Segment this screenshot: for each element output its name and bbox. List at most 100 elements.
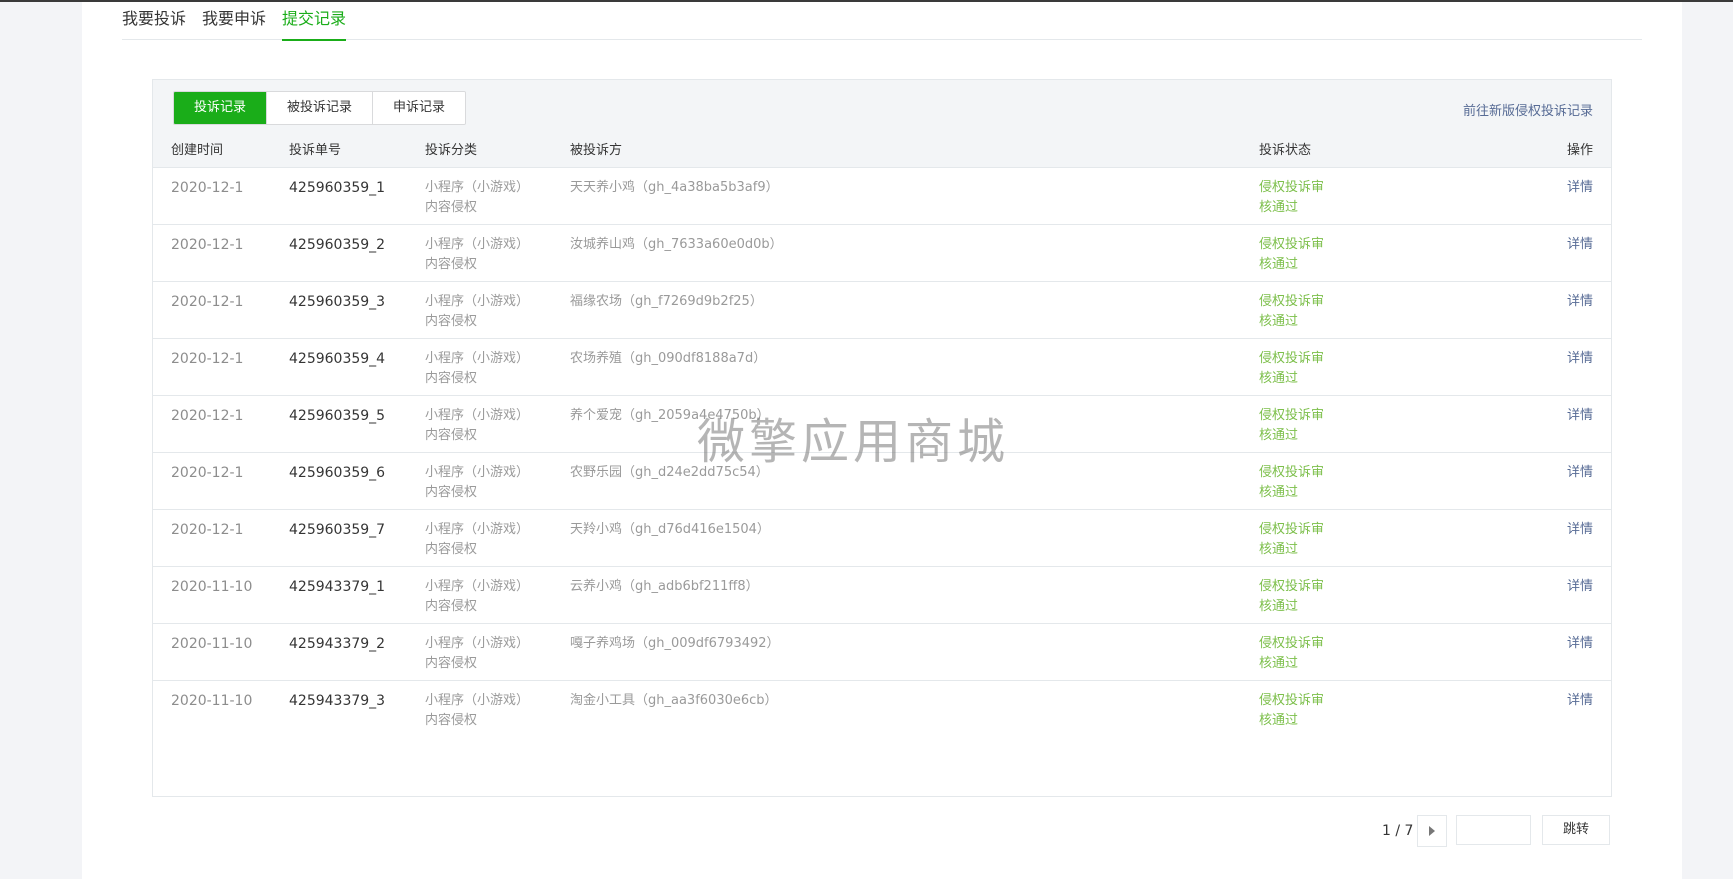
- records-card: 投诉记录 被投诉记录 申诉记录 前往新版侵权投诉记录 创建时间 投诉单号 投诉分…: [152, 79, 1612, 797]
- cell-number: 425943379_1: [289, 579, 386, 595]
- table-row: 2020-12-1 425960359_6 小程序（小游戏） 内容侵权 农野乐园（…: [153, 453, 1611, 510]
- category-line-1: 小程序（小游戏）: [425, 636, 530, 651]
- category-line-2: 内容侵权: [425, 200, 478, 215]
- page-number-input[interactable]: [1456, 815, 1531, 845]
- table-header: 创建时间 投诉单号 投诉分类 被投诉方 投诉状态 操作: [153, 135, 1611, 168]
- category-line-2: 内容侵权: [425, 371, 478, 386]
- cell-number: 425943379_2: [289, 636, 386, 652]
- status-line-2: 核通过: [1259, 542, 1299, 557]
- detail-link[interactable]: 详情: [1567, 463, 1593, 483]
- cell-status: 侵权投诉审 核通过: [1259, 520, 1324, 560]
- table-row: 2020-11-10 425943379_1 小程序（小游戏） 内容侵权 云养小鸡…: [153, 567, 1611, 624]
- status-line-1: 侵权投诉审: [1259, 351, 1325, 366]
- status-line-2: 核通过: [1259, 314, 1299, 329]
- status-line-2: 核通过: [1259, 428, 1299, 443]
- caret-right-icon: [1429, 826, 1435, 836]
- category-line-1: 小程序（小游戏）: [425, 693, 530, 708]
- cell-target: 汝城养山鸡（gh_7633a60e0d0b）: [570, 237, 783, 252]
- cell-time: 2020-11-10: [171, 579, 253, 595]
- cell-status: 侵权投诉审 核通过: [1259, 691, 1324, 731]
- cell-target: 天羚小鸡（gh_d76d416e1504）: [570, 522, 770, 537]
- cell-status: 侵权投诉审 核通过: [1259, 634, 1324, 674]
- segment-complaint-records[interactable]: 投诉记录: [174, 92, 267, 124]
- category-line-1: 小程序（小游戏）: [425, 522, 530, 537]
- cell-status: 侵权投诉审 核通过: [1259, 406, 1324, 446]
- tab-records[interactable]: 提交记录: [282, 8, 347, 41]
- column-header-status: 投诉状态: [1259, 143, 1312, 158]
- cell-target: 天天养小鸡（gh_4a38ba5b3af9）: [570, 180, 779, 195]
- record-type-switcher: 投诉记录 被投诉记录 申诉记录: [173, 91, 467, 125]
- status-line-1: 侵权投诉审: [1259, 693, 1325, 708]
- category-line-1: 小程序（小游戏）: [425, 351, 530, 366]
- column-header-time: 创建时间: [171, 143, 224, 158]
- new-version-records-link[interactable]: 前往新版侵权投诉记录: [1463, 100, 1593, 119]
- detail-link[interactable]: 详情: [1567, 406, 1593, 426]
- cell-category: 小程序（小游戏） 内容侵权: [425, 178, 529, 218]
- segment-appeal-records[interactable]: 申诉记录: [372, 92, 466, 124]
- table-row: 2020-12-1 425960359_1 小程序（小游戏） 内容侵权 天天养小鸡…: [153, 168, 1611, 225]
- category-line-2: 内容侵权: [425, 713, 478, 728]
- cell-time: 2020-12-1: [171, 408, 244, 424]
- main-panel: 我要投诉 我要申诉 提交记录 投诉记录 被投诉记录 申诉记录 前往新版侵权投诉记…: [82, 2, 1682, 879]
- jump-button[interactable]: 跳转: [1542, 815, 1610, 845]
- detail-link[interactable]: 详情: [1567, 520, 1593, 540]
- tab-complain[interactable]: 我要投诉: [122, 8, 186, 39]
- cell-status: 侵权投诉审 核通过: [1259, 349, 1324, 389]
- cell-time: 2020-11-10: [171, 693, 253, 709]
- cell-target: 云养小鸡（gh_adb6bf211ff8）: [570, 579, 759, 594]
- cell-time: 2020-12-1: [171, 465, 244, 481]
- card-header: 投诉记录 被投诉记录 申诉记录 前往新版侵权投诉记录: [153, 80, 1611, 135]
- top-tabs: 我要投诉 我要申诉 提交记录: [122, 2, 1642, 41]
- status-line-1: 侵权投诉审: [1259, 522, 1325, 537]
- tab-appeal[interactable]: 我要申诉: [202, 8, 266, 39]
- cell-category: 小程序（小游戏） 内容侵权: [425, 349, 529, 389]
- category-line-1: 小程序（小游戏）: [425, 237, 530, 252]
- status-line-2: 核通过: [1259, 200, 1299, 215]
- cell-target: 淘金小工具（gh_aa3f6030e6cb）: [570, 693, 778, 708]
- detail-link[interactable]: 详情: [1567, 292, 1593, 312]
- table-row: 2020-12-1 425960359_4 小程序（小游戏） 内容侵权 农场养殖（…: [153, 339, 1611, 396]
- page-indicator: 1 / 7: [1382, 823, 1414, 839]
- cell-category: 小程序（小游戏） 内容侵权: [425, 463, 529, 503]
- cell-number: 425960359_5: [289, 408, 386, 424]
- detail-link[interactable]: 详情: [1567, 634, 1593, 654]
- detail-link[interactable]: 详情: [1567, 349, 1593, 369]
- table-row: 2020-12-1 425960359_2 小程序（小游戏） 内容侵权 汝城养山鸡…: [153, 225, 1611, 282]
- table-row: 2020-11-10 425943379_3 小程序（小游戏） 内容侵权 淘金小工…: [153, 681, 1611, 737]
- status-line-1: 侵权投诉审: [1259, 636, 1325, 651]
- category-line-2: 内容侵权: [425, 656, 478, 671]
- cell-number: 425960359_3: [289, 294, 386, 310]
- status-line-1: 侵权投诉审: [1259, 180, 1325, 195]
- detail-link[interactable]: 详情: [1567, 691, 1593, 711]
- category-line-2: 内容侵权: [425, 542, 478, 557]
- cell-category: 小程序（小游戏） 内容侵权: [425, 691, 529, 731]
- cell-category: 小程序（小游戏） 内容侵权: [425, 520, 529, 560]
- column-header-target: 被投诉方: [570, 143, 623, 158]
- table-row: 2020-11-10 425943379_2 小程序（小游戏） 内容侵权 嘎子养鸡…: [153, 624, 1611, 681]
- detail-link[interactable]: 详情: [1567, 577, 1593, 597]
- cell-status: 侵权投诉审 核通过: [1259, 577, 1324, 617]
- table-row: 2020-12-1 425960359_5 小程序（小游戏） 内容侵权 养个爱宠（…: [153, 396, 1611, 453]
- detail-link[interactable]: 详情: [1567, 235, 1593, 255]
- status-line-1: 侵权投诉审: [1259, 465, 1325, 480]
- cell-target: 养个爱宠（gh_2059a4e4750b）: [570, 408, 770, 423]
- column-header-category: 投诉分类: [425, 143, 478, 158]
- category-line-1: 小程序（小游戏）: [425, 408, 530, 423]
- table-row: 2020-12-1 425960359_3 小程序（小游戏） 内容侵权 福缘农场（…: [153, 282, 1611, 339]
- status-line-1: 侵权投诉审: [1259, 237, 1325, 252]
- cell-number: 425960359_6: [289, 465, 386, 481]
- status-line-1: 侵权投诉审: [1259, 408, 1325, 423]
- column-header-operation: 操作: [1566, 143, 1593, 158]
- category-line-1: 小程序（小游戏）: [425, 465, 530, 480]
- detail-link[interactable]: 详情: [1567, 178, 1593, 198]
- cell-category: 小程序（小游戏） 内容侵权: [425, 292, 529, 332]
- status-line-1: 侵权投诉审: [1259, 294, 1325, 309]
- cell-status: 侵权投诉审 核通过: [1259, 235, 1324, 275]
- segment-complained-records[interactable]: 被投诉记录: [266, 92, 373, 124]
- category-line-2: 内容侵权: [425, 599, 478, 614]
- cell-number: 425943379_3: [289, 693, 386, 709]
- category-line-2: 内容侵权: [425, 257, 478, 272]
- cell-number: 425960359_1: [289, 180, 386, 196]
- category-line-1: 小程序（小游戏）: [425, 579, 530, 594]
- next-page-button[interactable]: [1417, 815, 1447, 847]
